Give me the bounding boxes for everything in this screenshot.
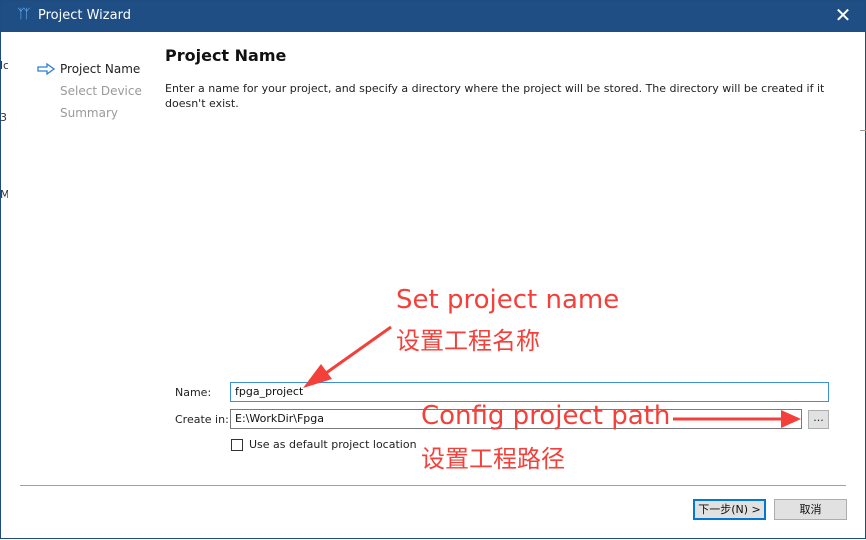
annotation-name-cn: 设置工程名称 xyxy=(396,327,540,355)
browse-button[interactable]: ... xyxy=(808,410,829,429)
close-icon[interactable]: ✕ xyxy=(833,5,853,25)
cancel-button[interactable]: 取消 xyxy=(774,499,847,520)
project-wizard-window: ᛉᛉ Project Wizard ✕ lc 3 Ma Project Name… xyxy=(0,0,866,539)
default-location-label[interactable]: Use as default project location xyxy=(249,438,417,451)
current-step-arrow-icon xyxy=(37,63,55,75)
app-logo-icon: ᛉᛉ xyxy=(17,7,31,22)
annotation-path-en: Config project path xyxy=(421,401,671,431)
page-description: Enter a name for your project, and speci… xyxy=(165,82,825,110)
step-label: Select Device xyxy=(60,84,142,98)
title-bar: ᛉᛉ Project Wizard ✕ xyxy=(1,1,865,32)
step-label: Summary xyxy=(60,106,118,120)
background-window-edge xyxy=(860,32,866,131)
background-text-fragment: 3 xyxy=(0,111,7,124)
annotation-path-cn: 设置工程路径 xyxy=(421,445,565,473)
annotation-name-en: Set project name xyxy=(396,285,620,315)
step-select-device: Select Device xyxy=(37,83,142,105)
name-label: Name: xyxy=(175,386,212,399)
default-location-checkbox[interactable] xyxy=(231,439,243,451)
step-project-name: Project Name xyxy=(37,61,142,83)
create-in-label: Create in: xyxy=(175,413,229,426)
name-arrow-shaft xyxy=(318,325,392,380)
footer-divider xyxy=(20,485,846,486)
step-label: Project Name xyxy=(60,62,141,76)
page-title: Project Name xyxy=(165,46,287,65)
background-text-fragment: Ma xyxy=(0,188,8,201)
next-button[interactable]: 下一步(N) > xyxy=(693,499,766,520)
step-summary: Summary xyxy=(37,105,142,127)
wizard-steps: Project Name Select Device Summary xyxy=(37,61,142,127)
window-title: Project Wizard xyxy=(38,8,131,23)
project-name-input[interactable]: fpga_project xyxy=(230,382,829,402)
background-text-fragment: lc xyxy=(0,59,8,72)
